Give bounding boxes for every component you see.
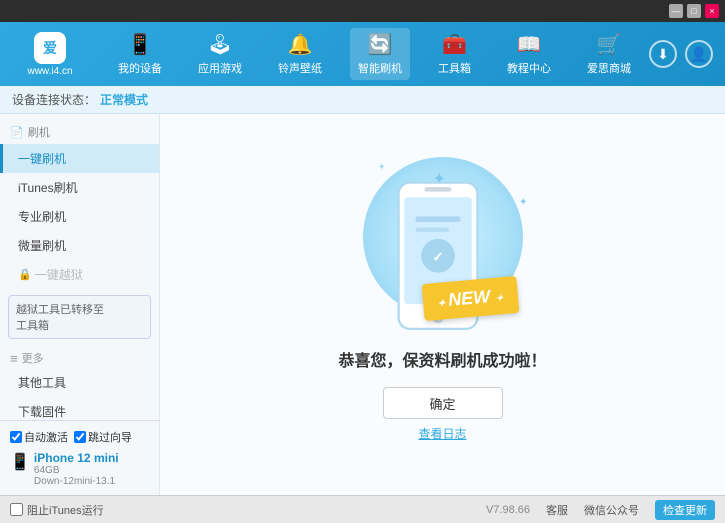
sidebar-item-other-tools[interactable]: 其他工具 xyxy=(0,368,159,397)
nav-label-toolbox: 工具箱 xyxy=(438,60,471,76)
sidebar-item-micro-flash-label: 微量刷机 xyxy=(18,239,66,253)
skip-guide-input[interactable] xyxy=(74,431,86,443)
confirm-button-label: 确定 xyxy=(429,394,455,413)
shop-icon: 🛒 xyxy=(597,32,622,57)
footer-left: 阻止iTunes运行 xyxy=(10,502,104,518)
nav-item-flash[interactable]: 🔄 智能刷机 xyxy=(350,28,410,80)
sidebar-item-pro-flash[interactable]: 专业刷机 xyxy=(0,202,159,231)
confirm-button[interactable]: 确定 xyxy=(383,387,503,419)
nav-item-ringtones[interactable]: 🔔 铃声壁纸 xyxy=(270,28,330,80)
nav-item-devices[interactable]: 📱 我的设备 xyxy=(110,28,170,80)
nav-label-apps: 应用游戏 xyxy=(198,60,242,76)
skip-guide-checkbox[interactable]: 跳过向导 xyxy=(74,429,132,445)
nav-item-tutorials[interactable]: 📖 教程中心 xyxy=(499,28,559,80)
device-checkboxes: 自动激活 跳过向导 xyxy=(10,429,149,445)
sidebar-section-more-label: 更多 xyxy=(22,350,44,366)
itunes-status-label: 阻止iTunes运行 xyxy=(27,502,104,518)
info-box-text: 越狱工具已转移至工具箱 xyxy=(16,304,104,332)
minimize-button[interactable]: — xyxy=(669,4,683,18)
phone-container: ✓ NEW ✦ ✦ ✦ xyxy=(373,167,513,327)
success-text: 恭喜您，保资料刷机成功啦！ xyxy=(338,347,546,371)
flash-icon: 🔄 xyxy=(368,32,393,57)
tutorials-icon: 📖 xyxy=(517,32,542,57)
nav-item-apps[interactable]: 🕹 应用游戏 xyxy=(190,28,250,80)
footer-version: V7.98.66 xyxy=(486,504,530,516)
sidebar-item-jailbreak-label: 一键越狱 xyxy=(35,266,83,283)
sidebar-item-onekey-flash[interactable]: 一键刷机 xyxy=(0,144,159,173)
maximize-button[interactable]: □ xyxy=(687,4,701,18)
sidebar-item-jailbreak: 🔒 一键越狱 xyxy=(0,260,159,289)
sidebar-item-micro-flash[interactable]: 微量刷机 xyxy=(0,231,159,260)
block-itunes-checkbox[interactable] xyxy=(10,503,23,516)
skip-guide-label: 跳过向导 xyxy=(88,429,132,445)
nav-label-devices: 我的设备 xyxy=(118,60,162,76)
star-deco-3: ✦ xyxy=(378,162,386,173)
title-bar: — □ × xyxy=(0,0,725,22)
sidebar-info-box: 越狱工具已转移至工具箱 xyxy=(8,295,151,339)
nav-label-tutorials: 教程中心 xyxy=(507,60,551,76)
logo-area: 爱 www.i4.cn xyxy=(0,28,100,81)
footer-link-wechat[interactable]: 微信公众号 xyxy=(584,502,639,518)
flash-section-icon: 📄 xyxy=(10,126,24,139)
nav-item-toolbox[interactable]: 🧰 工具箱 xyxy=(430,28,479,80)
sidebar-section-more: ≡ 更多 xyxy=(0,345,159,368)
logo-symbol: 爱 xyxy=(43,38,57,58)
devices-icon: 📱 xyxy=(128,32,153,57)
star-deco-1: ✦ xyxy=(433,169,446,189)
sidebar-item-itunes-flash[interactable]: iTunes刷机 xyxy=(0,173,159,202)
logo-subtext: www.i4.cn xyxy=(27,66,72,77)
sidebar-item-download-firmware-label: 下载固件 xyxy=(18,405,66,419)
sidebar-item-onekey-flash-label: 一键刷机 xyxy=(18,152,66,166)
sidebar-item-itunes-flash-label: iTunes刷机 xyxy=(18,181,78,195)
sidebar-item-other-tools-label: 其他工具 xyxy=(18,376,66,390)
nav-label-flash: 智能刷机 xyxy=(358,60,402,76)
lock-icon: 🔒 xyxy=(18,268,32,281)
user-button[interactable]: 👤 xyxy=(685,40,713,68)
footer: 阻止iTunes运行 V7.98.66 客服 微信公众号 检查更新 xyxy=(0,495,725,523)
secondary-link[interactable]: 查看日志 xyxy=(418,425,466,442)
new-badge: NEW xyxy=(421,276,518,321)
nav-item-shop[interactable]: 🛒 爱思商城 xyxy=(579,28,639,80)
device-details: iPhone 12 mini 64GB Down-12mini-13.1 xyxy=(34,451,119,487)
star-deco-2: ✦ xyxy=(519,197,527,208)
ringtones-icon: 🔔 xyxy=(288,32,313,57)
close-button[interactable]: × xyxy=(705,4,719,18)
status-label: 设备连接状态： xyxy=(12,91,96,108)
header: 爱 www.i4.cn 📱 我的设备 🕹 应用游戏 🔔 铃声壁纸 🔄 智能刷机 … xyxy=(0,22,725,86)
device-info: 📱 iPhone 12 mini 64GB Down-12mini-13.1 xyxy=(10,451,149,487)
auto-activate-label: 自动激活 xyxy=(24,429,68,445)
success-illustration: ✓ NEW ✦ ✦ ✦ xyxy=(373,167,513,331)
check-update-button[interactable]: 检查更新 xyxy=(655,500,715,520)
device-area: 自动激活 跳过向导 📱 iPhone 12 mini 64GB Down-12m… xyxy=(0,420,160,495)
device-phone-icon: 📱 xyxy=(10,452,30,472)
nav-label-shop: 爱思商城 xyxy=(587,60,631,76)
auto-activate-input[interactable] xyxy=(10,431,22,443)
header-right: ⬇ 👤 xyxy=(649,40,725,68)
title-bar-controls: — □ × xyxy=(669,4,719,18)
logo-icon: 爱 xyxy=(34,32,66,64)
footer-right: V7.98.66 客服 微信公众号 检查更新 xyxy=(486,500,715,520)
content-area: ✓ NEW ✦ ✦ ✦ 恭喜您，保资料刷机成功啦！ 确定 查看日志 xyxy=(160,114,725,495)
device-capacity: 64GB xyxy=(34,465,119,476)
nav-label-ringtones: 铃声壁纸 xyxy=(278,60,322,76)
sidebar-section-flash-label: 刷机 xyxy=(28,124,50,140)
auto-activate-checkbox[interactable]: 自动激活 xyxy=(10,429,68,445)
more-section-icon: ≡ xyxy=(10,351,18,366)
apps-icon: 🕹 xyxy=(207,32,232,57)
status-bar: 设备连接状态： 正常模式 xyxy=(0,86,725,114)
device-name: iPhone 12 mini xyxy=(34,451,119,465)
sidebar-section-title-flash: 📄 刷机 xyxy=(0,120,159,144)
device-model: Down-12mini-13.1 xyxy=(34,476,119,487)
toolbox-icon: 🧰 xyxy=(442,32,467,57)
download-button[interactable]: ⬇ xyxy=(649,40,677,68)
nav-items: 📱 我的设备 🕹 应用游戏 🔔 铃声壁纸 🔄 智能刷机 🧰 工具箱 📖 教程中心… xyxy=(100,28,649,80)
svg-text:✓: ✓ xyxy=(432,249,443,264)
footer-link-support[interactable]: 客服 xyxy=(546,502,568,518)
new-badge-text: NEW xyxy=(447,286,491,310)
status-value: 正常模式 xyxy=(100,91,148,108)
sidebar-item-pro-flash-label: 专业刷机 xyxy=(18,210,66,224)
